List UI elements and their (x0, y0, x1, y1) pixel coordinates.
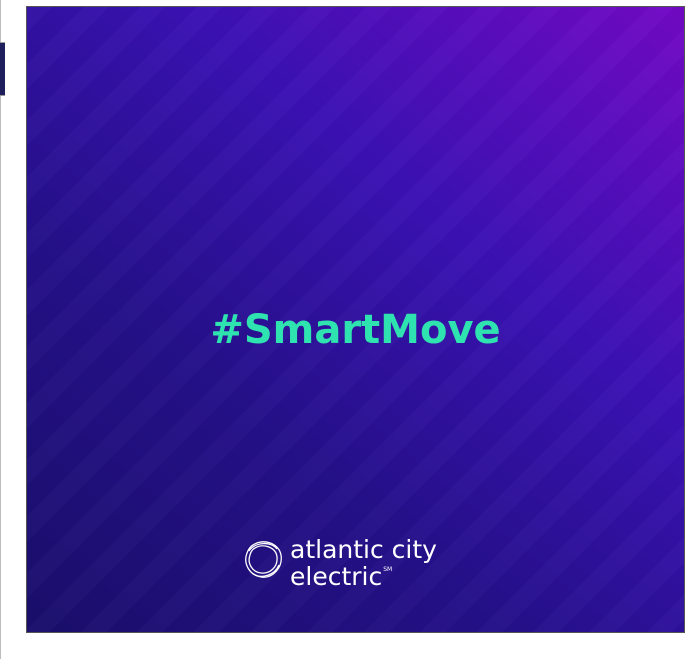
page: #SmartMove atlantic city electricSM (0, 0, 689, 659)
left-panel-tab[interactable] (0, 42, 5, 96)
hashtag-text: #SmartMove (210, 307, 501, 353)
brand-name-line1: atlantic city (290, 535, 437, 564)
left-panel-border (0, 0, 1, 659)
service-mark: SM (383, 566, 393, 573)
brand-name-line2-text: electric (290, 562, 383, 591)
post-image[interactable]: #SmartMove atlantic city electricSM (26, 6, 685, 633)
brand-name-line2: electricSM (290, 562, 392, 591)
brand-logo: atlantic city electricSM (241, 535, 481, 605)
ring-logo-icon (245, 541, 282, 578)
